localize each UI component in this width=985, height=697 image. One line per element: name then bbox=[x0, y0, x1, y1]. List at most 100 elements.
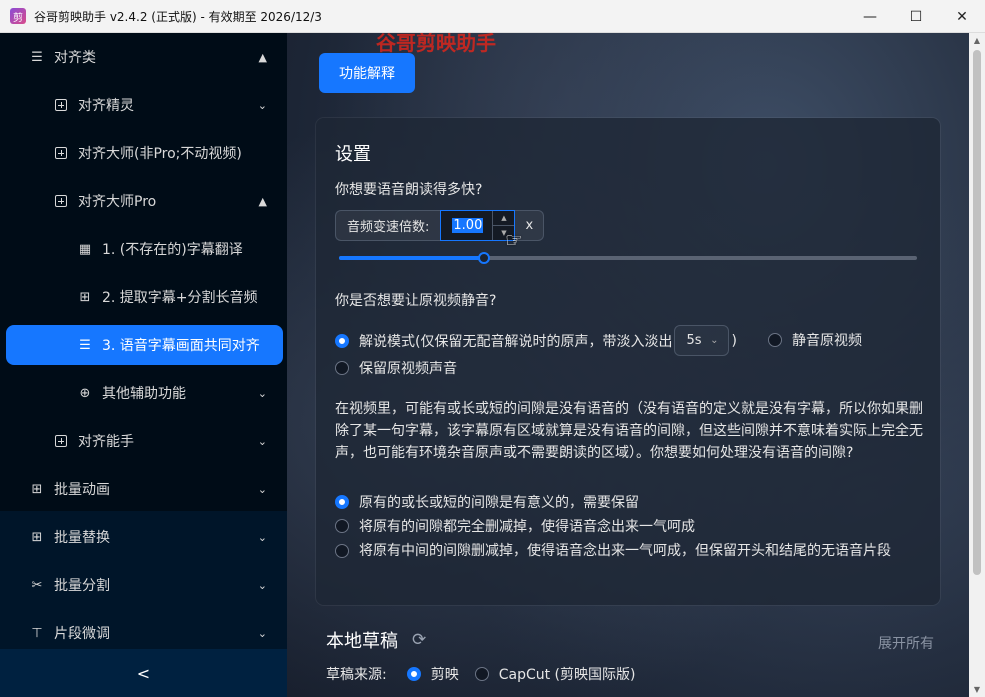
refresh-icon[interactable]: ⟳ bbox=[412, 630, 426, 650]
draft-source-row: 草稿来源: 剪映 CapCut (剪映国际版) bbox=[326, 664, 635, 684]
gap-option-remove-middle[interactable]: 将原有中间的间隙删减掉，使得语音念出来一气呵成，但保留开头和结尾的无语音片段 bbox=[335, 540, 905, 562]
chevron-down-icon: ⌄ bbox=[257, 434, 267, 448]
plus-square-icon bbox=[54, 434, 68, 448]
radio-label: 保留原视频声音 bbox=[359, 361, 457, 377]
chevron-up-icon: ▲ bbox=[258, 194, 267, 208]
fade-select[interactable]: 5s ⌄ bbox=[674, 325, 730, 356]
radio-label: 原有的或长或短的间隙是有意义的，需要保留 bbox=[359, 495, 639, 511]
source-option-capcut[interactable]: CapCut (剪映国际版) bbox=[474, 664, 635, 684]
align-icon: ☰ bbox=[79, 337, 91, 353]
mute-question: 你是否想要让原视频静音? bbox=[335, 293, 497, 309]
radio-checked-icon bbox=[406, 667, 421, 681]
scroll-up-icon[interactable]: ▲ bbox=[969, 33, 985, 48]
plus-square-icon bbox=[54, 146, 68, 160]
scroll-down-icon[interactable]: ▼ bbox=[969, 682, 985, 697]
scroll-thumb[interactable] bbox=[973, 50, 981, 575]
sidebar-item-align-sprite[interactable]: 对齐精灵 ⌄ bbox=[0, 85, 287, 125]
radio-label: 将原有的间隙都完全删减掉，使得语音念出来一气呵成 bbox=[359, 519, 695, 535]
plus-square-icon bbox=[54, 194, 68, 208]
sidebar-item-clip-tune[interactable]: ⊤ 片段微调 ⌄ bbox=[0, 613, 287, 653]
scissors-icon: ✂ bbox=[31, 577, 43, 593]
chevron-down-icon: ⌄ bbox=[257, 626, 267, 640]
sidebar-item-extract-subtitle[interactable]: ⊞ 2. 提取字幕+分割长音频 bbox=[0, 277, 287, 317]
speed-value: 1.00 bbox=[452, 218, 484, 233]
slider-track-fill bbox=[339, 256, 484, 260]
radio-unchecked-icon bbox=[474, 667, 489, 681]
sidebar-item-batch-split[interactable]: ✂ 批量分割 ⌄ bbox=[0, 565, 287, 605]
drafts-section: 本地草稿 ⟳ bbox=[326, 627, 426, 653]
gap-option-remove-all[interactable]: 将原有的间隙都完全删减掉，使得语音念出来一气呵成 bbox=[335, 516, 695, 536]
speed-question: 你想要语音朗读得多快? bbox=[335, 182, 483, 198]
chevron-down-icon: ⌄ bbox=[257, 98, 267, 112]
mute-option-narration[interactable]: 解说模式(仅保留无配音解说时的原声，带淡入淡出 5s ⌄ ) bbox=[335, 325, 737, 356]
sidebar: ☰ 对齐类 ▲ 对齐精灵 ⌄ 对齐大师(非Pro;不动视频) 对齐大师Pro ▲… bbox=[0, 33, 287, 697]
sidebar-item-label: 片段微调 bbox=[54, 626, 110, 642]
chevron-down-icon: ⌄ bbox=[257, 482, 267, 496]
title-bar: 剪 谷哥剪映助手 v2.4.2 (正式版) - 有效期至 2026/12/3 —… bbox=[0, 0, 985, 33]
gap-option-keep[interactable]: 原有的或长或短的间隙是有意义的，需要保留 bbox=[335, 492, 639, 512]
scrollbar[interactable]: ▲ ▼ bbox=[969, 33, 985, 697]
radio-label-suffix: ) bbox=[731, 332, 737, 349]
grid-icon: ⊞ bbox=[31, 529, 43, 545]
window-title: 谷哥剪映助手 v2.4.2 (正式版) - 有效期至 2026/12/3 bbox=[34, 9, 322, 24]
paperclip-icon: ⊤ bbox=[31, 625, 43, 641]
maximize-button[interactable]: ☐ bbox=[893, 0, 939, 33]
spin-up-icon[interactable]: ▲ bbox=[493, 211, 515, 226]
chevron-down-icon: ⌄ bbox=[710, 335, 719, 346]
expand-all-link[interactable]: 展开所有 bbox=[878, 633, 934, 653]
chevron-down-icon: ⌄ bbox=[257, 530, 267, 544]
sidebar-item-label: 1. (不存在的)字幕翻译 bbox=[102, 242, 243, 258]
main-content: 谷哥剪映助手 功能解释 设置 你想要语音朗读得多快? 音频变速倍数: 1.00 … bbox=[287, 33, 969, 697]
radio-label: 解说模式(仅保留无配音解说时的原声，带淡入淡出 bbox=[359, 333, 673, 350]
sidebar-item-label: 对齐类 bbox=[54, 50, 96, 66]
minimize-button[interactable]: — bbox=[847, 0, 893, 33]
fade-value: 5s bbox=[686, 333, 702, 348]
sidebar-item-batch-animation[interactable]: ⊞ 批量动画 ⌄ bbox=[0, 469, 287, 509]
chevron-down-icon: ⌄ bbox=[257, 578, 267, 592]
align-icon: ☰ bbox=[31, 49, 43, 65]
chevron-up-icon: ▲ bbox=[258, 50, 267, 64]
drafts-title: 本地草稿 bbox=[326, 631, 398, 652]
radio-checked-icon bbox=[335, 495, 349, 509]
gap-question: 在视频里，可能有或长或短的间隙是没有语音的（没有语音的定义就是没有字幕，所以你如… bbox=[335, 401, 923, 461]
radio-unchecked-icon bbox=[335, 544, 349, 558]
split-icon: ⊞ bbox=[79, 289, 91, 305]
radio-label: 静音原视频 bbox=[792, 333, 862, 349]
settings-card: 设置 你想要语音朗读得多快? 音频变速倍数: 1.00 ▲ ▼ x 你是否想要让… bbox=[316, 118, 940, 605]
sidebar-item-label: 批量替换 bbox=[54, 530, 110, 546]
image-translate-icon: ▦ bbox=[78, 241, 92, 257]
sidebar-item-label: 对齐能手 bbox=[78, 434, 134, 450]
sidebar-item-subtitle-translate[interactable]: ▦ 1. (不存在的)字幕翻译 bbox=[0, 229, 287, 269]
speed-label: 音频变速倍数: bbox=[335, 210, 441, 241]
sidebar-item-batch-replace[interactable]: ⊞ 批量替换 ⌄ bbox=[0, 517, 287, 557]
settings-title: 设置 bbox=[335, 144, 371, 165]
slider-handle[interactable] bbox=[477, 252, 490, 264]
sidebar-collapse-button[interactable]: < bbox=[0, 649, 287, 697]
sidebar-item-label: 批量分割 bbox=[54, 578, 110, 594]
sidebar-item-align-master-pro[interactable]: 对齐大师Pro ▲ bbox=[0, 181, 287, 221]
sidebar-item-label: 2. 提取字幕+分割长音频 bbox=[102, 290, 258, 306]
sidebar-item-voice-align[interactable]: ☰ 3. 语音字幕画面共同对齐 bbox=[6, 325, 283, 365]
speed-slider[interactable] bbox=[339, 252, 917, 264]
sidebar-item-label: 对齐大师(非Pro;不动视频) bbox=[78, 146, 242, 162]
mute-option-keep[interactable]: 保留原视频声音 bbox=[335, 358, 457, 378]
sidebar-item-align-group[interactable]: ☰ 对齐类 ▲ bbox=[0, 37, 287, 77]
radio-unchecked-icon bbox=[335, 519, 349, 533]
sidebar-item-align-expert[interactable]: 对齐能手 ⌄ bbox=[0, 421, 287, 461]
radio-label: 剪映 bbox=[430, 667, 459, 683]
sidebar-item-align-master[interactable]: 对齐大师(非Pro;不动视频) bbox=[0, 133, 287, 173]
plus-square-icon bbox=[54, 98, 68, 112]
mouse-cursor-icon: ☞ bbox=[505, 228, 523, 252]
plus-circle-icon: ⊕ bbox=[79, 385, 91, 401]
mute-option-mute[interactable]: 静音原视频 bbox=[768, 330, 862, 350]
sidebar-item-other-tools[interactable]: ⊕ 其他辅助功能 ⌄ bbox=[0, 373, 287, 413]
grid-icon: ⊞ bbox=[31, 481, 43, 497]
close-button[interactable]: ✕ bbox=[939, 0, 985, 33]
sidebar-item-label: 批量动画 bbox=[54, 482, 110, 498]
sidebar-item-label: 对齐大师Pro bbox=[78, 194, 157, 210]
radio-label: 将原有中间的间隙删减掉，使得语音念出来一气呵成，但保留开头和结尾的无语音片段 bbox=[359, 543, 891, 559]
radio-unchecked-icon bbox=[335, 361, 349, 375]
source-option-jianying[interactable]: 剪映 bbox=[406, 664, 459, 684]
draft-source-label: 草稿来源: bbox=[326, 667, 387, 683]
explain-button[interactable]: 功能解释 bbox=[319, 53, 415, 93]
